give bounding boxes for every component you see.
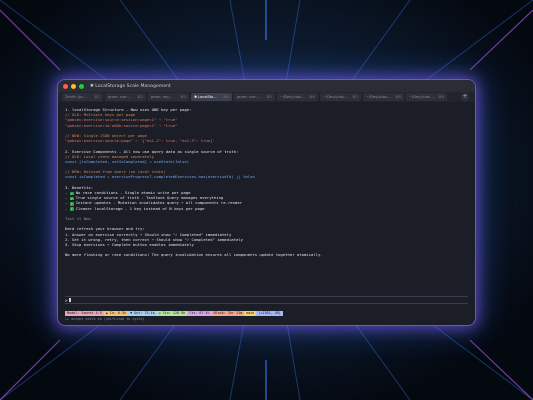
prompt-input[interactable]: > — [65, 296, 468, 304]
tab-4-active[interactable]: ✱ LocalSto… ⌘4 — [191, 93, 232, 101]
maximize-window-button[interactable] — [79, 83, 84, 89]
code-string: "gabsec:exercise:id:a66b:source:page=1" — [65, 122, 157, 128]
code-string: "gabsec:exercise:source:page" — [65, 138, 133, 144]
terminal-window: ✱ LocalStorage Scale Management Zenith (… — [58, 80, 475, 325]
benefit-title: Cleaner localStorage — [75, 205, 123, 211]
status-block-time: Block: 2hr 11m — [211, 311, 245, 316]
tab-label: ~/Dev/(clau… — [323, 95, 348, 99]
window-controls — [63, 83, 84, 89]
text-cursor — [69, 298, 72, 302]
tab-label: ~/Dev/(clau… — [409, 95, 434, 99]
status-context: ◎ Ctx: 128.9k — [156, 311, 188, 316]
mode-hint: ▸▸ accept edits on (shift+tab to cycle) — [65, 317, 145, 321]
status-tokens-out: ▼ Out: 75.4k — [128, 311, 157, 316]
tab-3[interactable]: prom: rep… ⌘3 — [148, 93, 189, 101]
tab-8[interactable]: ~/Dev/(clau… ⌘8 — [363, 93, 404, 101]
tab-shortcut: ⌘5 — [266, 95, 272, 99]
tab-shortcut: ⌘1 — [94, 95, 100, 99]
tab-bar: Zenith (Ja… ⌘1 prom: curr… ⌘2 prom: rep… ⌘3… — [58, 92, 475, 102]
tab-label: Zenith (Ja… — [65, 95, 87, 99]
code-string: → "true" — [156, 122, 178, 128]
section-heading: 2. Exercise Components — [65, 148, 117, 154]
tab-label: ✱ LocalSto… — [194, 95, 217, 99]
code-string: → '{"ex1-2": true, "ex1-3": true}' — [132, 138, 215, 144]
tab-1[interactable]: Zenith (Ja… ⌘1 — [62, 93, 103, 101]
tab-9[interactable]: ~/Dev/(clau… ⌘9 — [406, 93, 447, 101]
closing-message: No more flashing or race conditions! The… — [65, 252, 323, 258]
status-branch: main — [244, 311, 257, 316]
tab-shortcut: ⌘6 — [309, 95, 315, 99]
tab-5[interactable]: prom: curr… ⌘5 — [234, 93, 275, 101]
status-context-percent: Ctx: 67.5% — [187, 311, 212, 316]
tab-label: prom: rep… — [151, 95, 173, 99]
checkmark-icon: ✓ — [69, 207, 74, 211]
tab-shortcut: ⌘3 — [180, 95, 186, 99]
tab-shortcut: ⌘7 — [352, 95, 358, 99]
benefit-desc: - 1 key instead of N keys per page — [122, 205, 205, 211]
status-tokens-in: ▲ In: 6.5k — [103, 311, 129, 316]
tab-label: prom: curr… — [237, 95, 260, 99]
status-line: Model: Sonnet 4.5 ▲ In: 6.5k ▼ Out: 75.4… — [65, 311, 283, 316]
tab-2[interactable]: prom: curr… ⌘2 — [105, 93, 146, 101]
minimize-window-button[interactable] — [71, 83, 76, 89]
window-title: ✱ LocalStorage Scale Management — [90, 83, 171, 89]
new-tab-plus-icon[interactable]: + — [461, 93, 469, 101]
tab-shortcut: ⌘8 — [395, 95, 401, 99]
tab-7[interactable]: ~/Dev/(clau… ⌘7 — [320, 93, 361, 101]
tab-label: ~/Dev/(clau… — [366, 95, 391, 99]
tab-6[interactable]: ~/Dev/(clau… ⌘6 — [277, 93, 318, 101]
terminal-output: 1. localStorage Structure - Now uses ONE… — [58, 102, 475, 257]
section-description: - All now use query data as single sourc… — [116, 148, 239, 154]
close-window-button[interactable] — [63, 83, 68, 89]
tab-shortcut: ⌘4 — [223, 95, 229, 99]
status-model: Model: Sonnet 4.5 — [65, 311, 104, 316]
prompt-caret: > — [65, 297, 68, 303]
tab-label: prom: curr… — [108, 95, 131, 99]
tab-shortcut: ⌘2 — [137, 95, 143, 99]
tab-shortcut: ⌘9 — [438, 95, 444, 99]
title-bar: ✱ LocalStorage Scale Management — [58, 80, 475, 92]
tab-label: ~/Dev/(clau… — [280, 95, 305, 99]
status-diff: (+1301,-49) — [256, 311, 283, 316]
